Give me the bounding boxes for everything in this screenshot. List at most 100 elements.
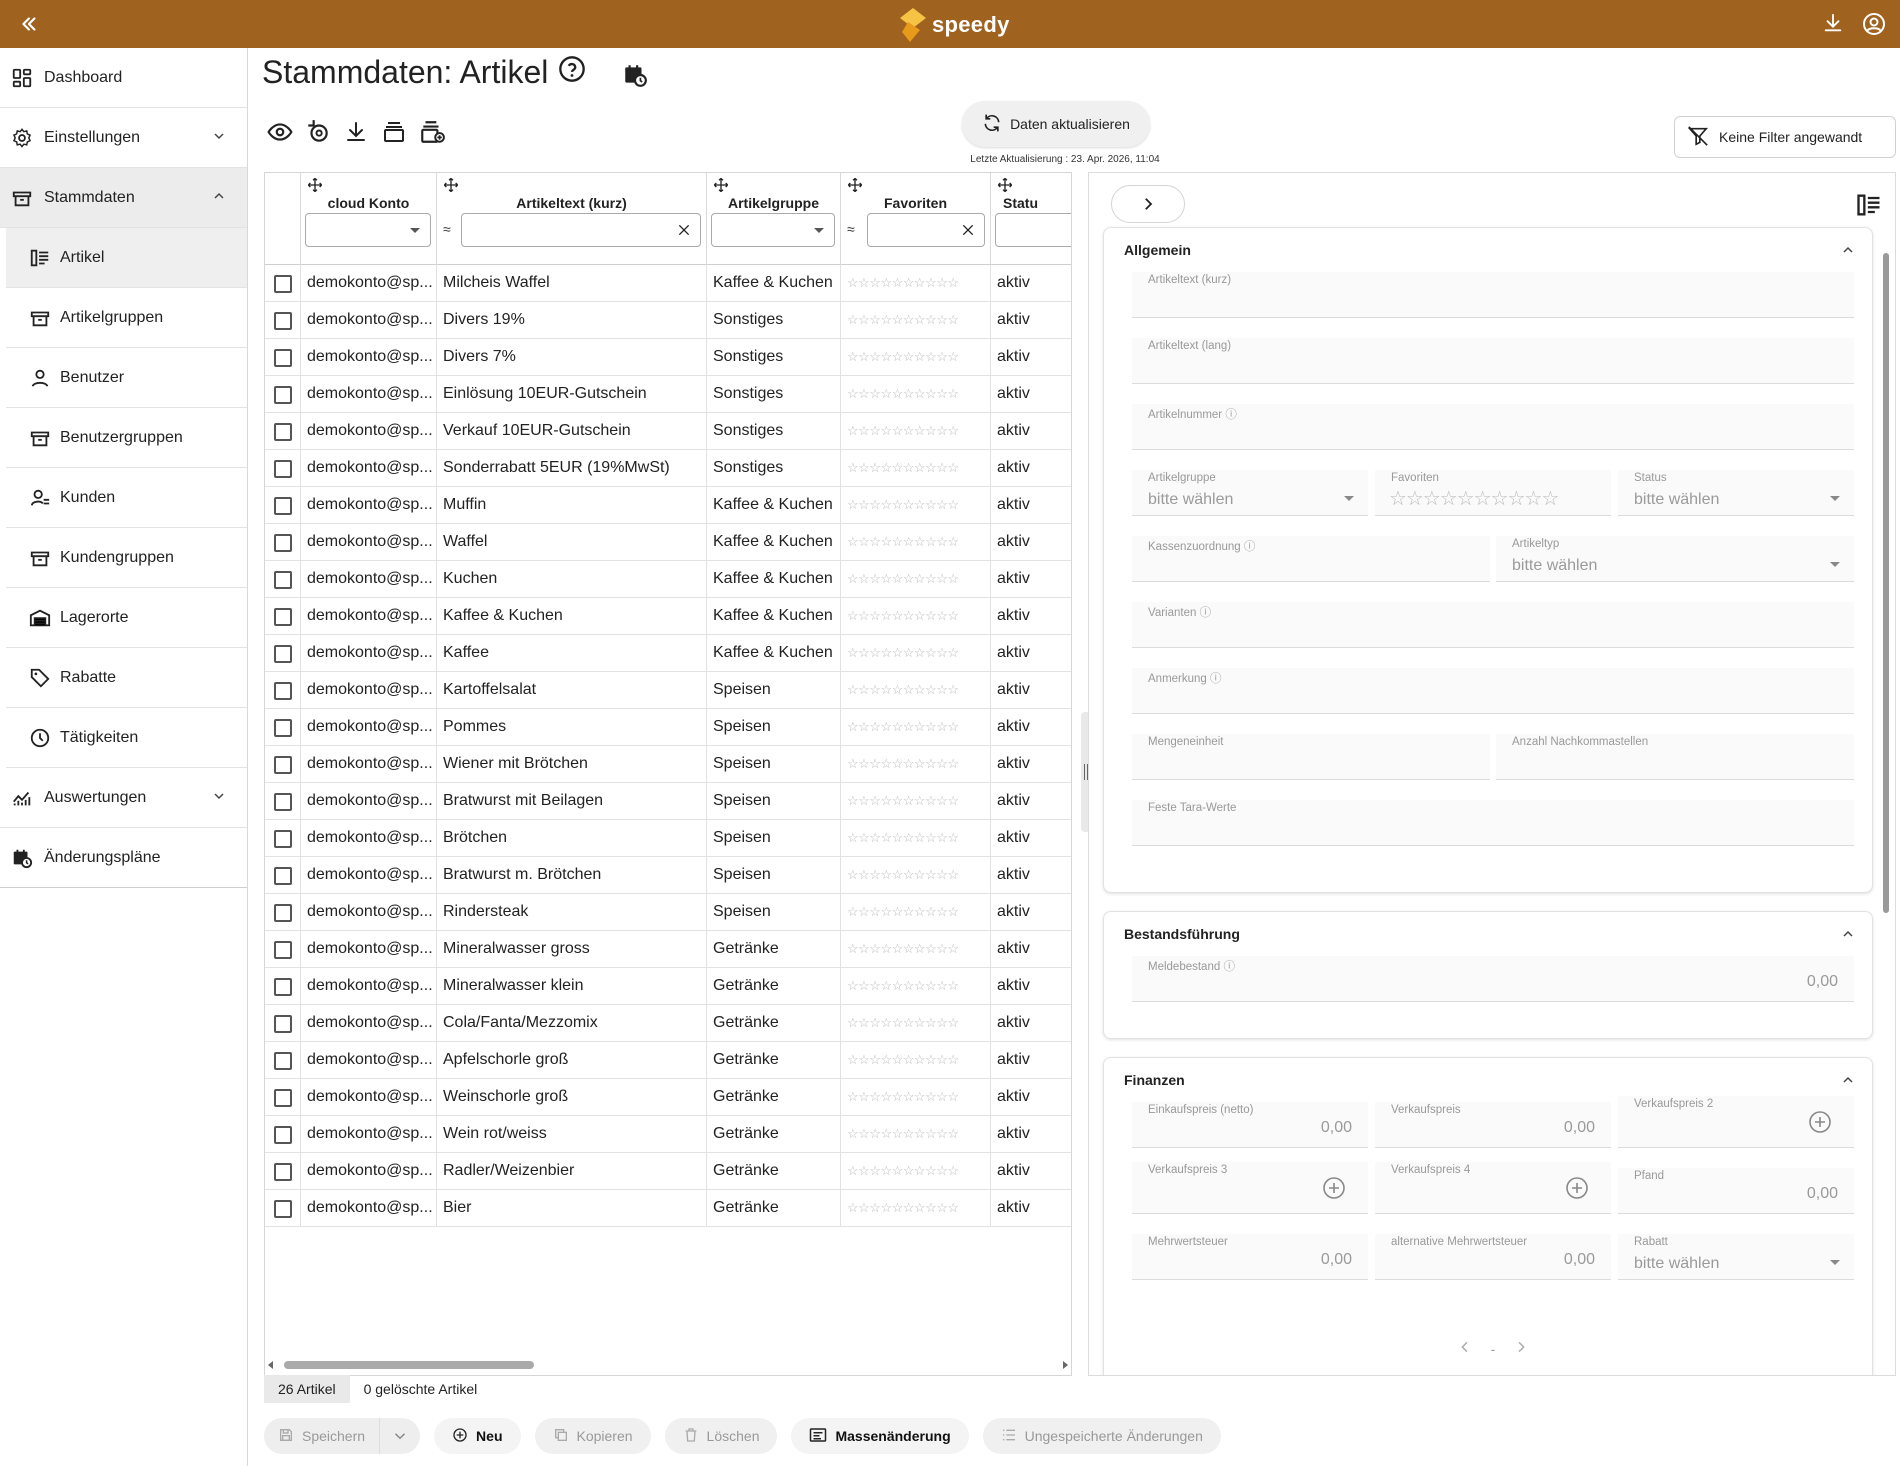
star-rating-icon[interactable]: ☆☆☆☆☆☆☆☆☆☆	[847, 719, 959, 734]
table-row[interactable]: demokonto@sp... Divers 7% Sonstiges ☆☆☆☆☆☆☆…	[265, 339, 1071, 376]
table-row[interactable]: demokonto@sp... Brötchen Speisen ☆☆☆☆☆☆☆☆☆☆…	[265, 820, 1071, 857]
cell-favoriten[interactable]: ☆☆☆☆☆☆☆☆☆☆	[841, 635, 991, 672]
schedule-change-icon[interactable]	[622, 62, 648, 93]
star-rating-icon[interactable]: ☆☆☆☆☆☆☆☆☆☆	[847, 571, 959, 586]
star-rating-icon[interactable]: ☆☆☆☆☆☆☆☆☆☆	[847, 1089, 959, 1104]
field-mehrwertsteuer[interactable]: Mehrwertsteuer 0,00	[1132, 1234, 1368, 1280]
sidebar-item-einstellungen[interactable]: Einstellungen	[0, 108, 247, 168]
sidebar-item-stammdaten[interactable]: Stammdaten	[0, 168, 247, 228]
cell-favoriten[interactable]: ☆☆☆☆☆☆☆☆☆☆	[841, 598, 991, 635]
cell-favoriten[interactable]: ☆☆☆☆☆☆☆☆☆☆	[841, 672, 991, 709]
mass-change-button[interactable]: Massenänderung	[791, 1418, 969, 1454]
row-checkbox[interactable]	[274, 793, 292, 811]
chevron-up-icon[interactable]	[1840, 1072, 1856, 1093]
table-row[interactable]: demokonto@sp... Rindersteak Speisen ☆☆☆☆☆☆☆…	[265, 894, 1071, 931]
field-verkaufspreis-2[interactable]: Verkaufspreis 2	[1618, 1096, 1854, 1148]
row-checkbox[interactable]	[274, 571, 292, 589]
star-rating-icon[interactable]: ☆☆☆☆☆☆☆☆☆☆	[847, 460, 959, 475]
star-rating-icon[interactable]: ☆☆☆☆☆☆☆☆☆☆	[847, 497, 959, 512]
row-checkbox[interactable]	[274, 719, 292, 737]
field-kassenzuordnung[interactable]: Kassenzuordnung ⓘ	[1132, 536, 1490, 582]
cell-favoriten[interactable]: ☆☆☆☆☆☆☆☆☆☆	[841, 857, 991, 894]
reset-settings-icon[interactable]	[304, 118, 332, 146]
star-rating-icon[interactable]: ☆☆☆☆☆☆☆☆☆☆	[847, 1052, 959, 1067]
table-row[interactable]: demokonto@sp... Pommes Speisen ☆☆☆☆☆☆☆☆☆☆ ak…	[265, 709, 1071, 746]
cell-favoriten[interactable]: ☆☆☆☆☆☆☆☆☆☆	[841, 1116, 991, 1153]
star-rating-icon[interactable]: ☆☆☆☆☆☆☆☆☆☆	[847, 608, 959, 623]
field-einkaufspreis[interactable]: Einkaufspreis (netto) 0,00	[1132, 1102, 1368, 1148]
article-list-icon[interactable]	[1855, 191, 1883, 224]
row-checkbox[interactable]	[274, 1089, 292, 1107]
star-rating-icon[interactable]: ☆☆☆☆☆☆☆☆☆☆	[847, 978, 959, 993]
star-rating-icon[interactable]: ☆☆☆☆☆☆☆☆☆☆	[847, 312, 959, 327]
cell-favoriten[interactable]: ☆☆☆☆☆☆☆☆☆☆	[841, 487, 991, 524]
cell-favoriten[interactable]: ☆☆☆☆☆☆☆☆☆☆	[841, 931, 991, 968]
tab-articles-count[interactable]: 26 Artikel	[264, 1375, 350, 1403]
scroll-left-icon[interactable]	[268, 1361, 273, 1369]
scrollbar-thumb[interactable]	[1883, 253, 1889, 913]
row-checkbox[interactable]	[274, 1200, 292, 1218]
select-status[interactable]: Status bitte wählen	[1618, 470, 1854, 516]
field-varianten[interactable]: Varianten ⓘ	[1132, 602, 1854, 648]
field-meldebestand[interactable]: Meldebestand ⓘ 0,00	[1132, 956, 1854, 1002]
filter-select-artikelgruppe[interactable]	[711, 213, 835, 247]
cell-favoriten[interactable]: ☆☆☆☆☆☆☆☆☆☆	[841, 265, 991, 302]
star-rating-icon[interactable]: ☆☆☆☆☆☆☆☆☆☆	[847, 682, 959, 697]
star-rating-icon[interactable]: ☆☆☆☆☆☆☆☆☆☆	[847, 830, 959, 845]
sidebar-item-artikelgruppen[interactable]: Artikelgruppen	[6, 288, 247, 348]
star-rating-icon[interactable]: ☆☆☆☆☆☆☆☆☆☆	[847, 1126, 959, 1141]
row-checkbox[interactable]	[274, 867, 292, 885]
table-row[interactable]: demokonto@sp... Cola/Fanta/Mezzomix Geträn…	[265, 1005, 1071, 1042]
cell-favoriten[interactable]: ☆☆☆☆☆☆☆☆☆☆	[841, 413, 991, 450]
add-circle-icon[interactable]	[1808, 1110, 1832, 1139]
detail-scrollbar[interactable]	[1883, 243, 1891, 1313]
select-rabatt[interactable]: Rabatt bitte wählen	[1618, 1234, 1854, 1280]
stack-add-icon[interactable]	[418, 118, 446, 146]
account-icon[interactable]	[1862, 12, 1886, 41]
field-verkaufspreis-3[interactable]: Verkaufspreis 3	[1132, 1162, 1368, 1214]
field-favoriten[interactable]: Favoriten ☆☆☆☆☆☆☆☆☆☆	[1375, 470, 1611, 516]
save-options-button[interactable]	[380, 1418, 420, 1454]
cell-favoriten[interactable]: ☆☆☆☆☆☆☆☆☆☆	[841, 302, 991, 339]
star-rating-icon[interactable]: ☆☆☆☆☆☆☆☆☆☆	[847, 1163, 959, 1178]
eye-icon[interactable]	[266, 118, 294, 146]
sidebar-item-lagerorte[interactable]: Lagerorte	[6, 588, 247, 648]
sidebar-item-kunden[interactable]: Kunden	[6, 468, 247, 528]
star-rating-icon[interactable]: ☆☆☆☆☆☆☆☆☆☆	[847, 1200, 959, 1215]
row-checkbox[interactable]	[274, 756, 292, 774]
collapse-sidebar-icon[interactable]	[14, 10, 42, 38]
table-row[interactable]: demokonto@sp... Kuchen Kaffee & Kuchen ☆☆☆☆…	[265, 561, 1071, 598]
table-row[interactable]: demokonto@sp... Divers 19% Sonstiges ☆☆☆☆☆☆…	[265, 302, 1071, 339]
previous-record-icon[interactable]	[1457, 1339, 1473, 1358]
star-rating-icon[interactable]: ☆☆☆☆☆☆☆☆☆☆	[847, 756, 959, 771]
cell-favoriten[interactable]: ☆☆☆☆☆☆☆☆☆☆	[841, 894, 991, 931]
filter-button[interactable]: Keine Filter angewandt	[1674, 116, 1896, 158]
table-row[interactable]: demokonto@sp... Bratwurst mit Beilagen Spe…	[265, 783, 1071, 820]
add-circle-icon[interactable]	[1565, 1176, 1589, 1205]
column-header-status[interactable]: Statu	[991, 173, 1071, 265]
row-checkbox[interactable]	[274, 1052, 292, 1070]
table-row[interactable]: demokonto@sp... Muffin Kaffee & Kuchen ☆☆☆☆…	[265, 487, 1071, 524]
row-checkbox[interactable]	[274, 830, 292, 848]
approx-filter-operator[interactable]: ≈	[847, 221, 855, 237]
field-artikeltext-kurz[interactable]: Artikeltext (kurz)	[1132, 272, 1854, 318]
cell-favoriten[interactable]: ☆☆☆☆☆☆☆☆☆☆	[841, 709, 991, 746]
sidebar-item-rabatte[interactable]: Rabatte	[6, 648, 247, 708]
row-checkbox[interactable]	[274, 423, 292, 441]
select-artikeltyp[interactable]: Artikeltyp bitte wählen	[1496, 536, 1854, 582]
cell-favoriten[interactable]: ☆☆☆☆☆☆☆☆☆☆	[841, 524, 991, 561]
row-checkbox[interactable]	[274, 1015, 292, 1033]
row-checkbox[interactable]	[274, 682, 292, 700]
table-row[interactable]: demokonto@sp... Kaffee Kaffee & Kuchen ☆☆☆☆…	[265, 635, 1071, 672]
cell-favoriten[interactable]: ☆☆☆☆☆☆☆☆☆☆	[841, 339, 991, 376]
table-row[interactable]: demokonto@sp... Sonderrabatt 5EUR (19%MwS…	[265, 450, 1071, 487]
add-circle-icon[interactable]	[1322, 1176, 1346, 1205]
field-nachkommastellen[interactable]: Anzahl Nachkommastellen	[1496, 734, 1854, 780]
row-checkbox[interactable]	[274, 608, 292, 626]
star-rating-icon[interactable]: ☆☆☆☆☆☆☆☆☆☆	[847, 1015, 959, 1030]
cell-favoriten[interactable]: ☆☆☆☆☆☆☆☆☆☆	[841, 820, 991, 857]
section-title[interactable]: Allgemein	[1124, 242, 1191, 258]
cell-favoriten[interactable]: ☆☆☆☆☆☆☆☆☆☆	[841, 1042, 991, 1079]
chevron-up-icon[interactable]	[1840, 926, 1856, 947]
column-header-favoriten[interactable]: Favoriten ≈	[841, 173, 991, 265]
